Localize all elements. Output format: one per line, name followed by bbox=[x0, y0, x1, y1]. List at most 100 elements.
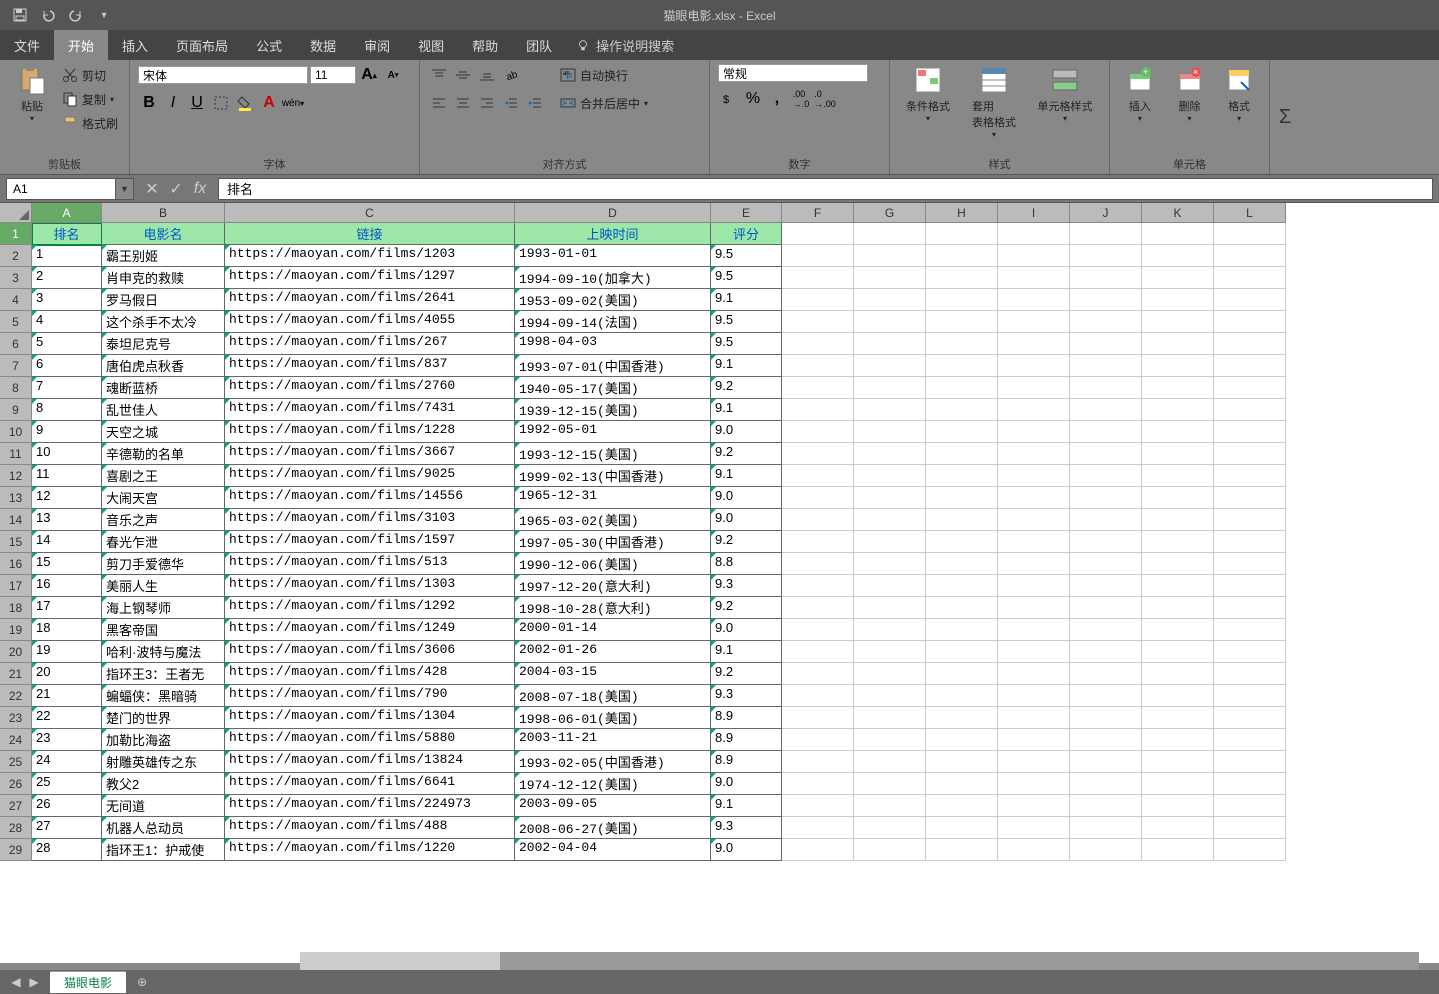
cell[interactable] bbox=[1142, 597, 1214, 619]
cell[interactable]: https://maoyan.com/films/1292 bbox=[225, 597, 515, 619]
row-header[interactable]: 1 bbox=[0, 223, 32, 245]
cell[interactable] bbox=[998, 377, 1070, 399]
cell[interactable] bbox=[926, 421, 998, 443]
horizontal-scrollbar[interactable] bbox=[300, 952, 1419, 970]
cell[interactable]: 1953-09-02(美国) bbox=[515, 289, 711, 311]
cell[interactable]: 1998-04-03 bbox=[515, 333, 711, 355]
cell[interactable]: 10 bbox=[32, 443, 102, 465]
cell[interactable] bbox=[998, 751, 1070, 773]
enter-formula-icon[interactable]: ✓ bbox=[166, 179, 186, 199]
cell[interactable] bbox=[782, 663, 854, 685]
cell[interactable] bbox=[926, 839, 998, 861]
cell[interactable] bbox=[854, 663, 926, 685]
cell[interactable] bbox=[1142, 839, 1214, 861]
cell[interactable] bbox=[1070, 575, 1142, 597]
cell[interactable] bbox=[854, 509, 926, 531]
cell[interactable] bbox=[1070, 531, 1142, 553]
cell[interactable] bbox=[1142, 641, 1214, 663]
font-color-button[interactable]: A bbox=[258, 92, 280, 114]
cell[interactable] bbox=[1142, 509, 1214, 531]
cell[interactable]: https://maoyan.com/films/9025 bbox=[225, 465, 515, 487]
cell[interactable] bbox=[1070, 487, 1142, 509]
cell[interactable] bbox=[926, 619, 998, 641]
cell[interactable]: 加勒比海盗 bbox=[102, 729, 225, 751]
cell[interactable]: 22 bbox=[32, 707, 102, 729]
cell[interactable] bbox=[854, 553, 926, 575]
cell[interactable] bbox=[998, 245, 1070, 267]
cell[interactable] bbox=[1070, 663, 1142, 685]
cell[interactable] bbox=[854, 289, 926, 311]
cell[interactable]: 1965-12-31 bbox=[515, 487, 711, 509]
cell[interactable]: 8.8 bbox=[711, 553, 782, 575]
row-header[interactable]: 16 bbox=[0, 553, 32, 575]
cell[interactable] bbox=[926, 795, 998, 817]
cell[interactable]: 2000-01-14 bbox=[515, 619, 711, 641]
cell[interactable]: https://maoyan.com/films/837 bbox=[225, 355, 515, 377]
cell[interactable] bbox=[854, 377, 926, 399]
cell[interactable]: 1994-09-10(加拿大) bbox=[515, 267, 711, 289]
decrease-font-icon[interactable]: A▾ bbox=[382, 64, 404, 86]
cell[interactable] bbox=[782, 245, 854, 267]
cell[interactable] bbox=[1142, 267, 1214, 289]
cell[interactable] bbox=[998, 795, 1070, 817]
row-header[interactable]: 7 bbox=[0, 355, 32, 377]
cell[interactable] bbox=[998, 619, 1070, 641]
align-middle-icon[interactable] bbox=[452, 64, 474, 86]
cell[interactable] bbox=[854, 487, 926, 509]
row-header[interactable]: 9 bbox=[0, 399, 32, 421]
ribbon-tab-1[interactable]: 开始 bbox=[54, 30, 108, 60]
cell[interactable] bbox=[1214, 575, 1286, 597]
cell[interactable] bbox=[1214, 597, 1286, 619]
cell[interactable] bbox=[1214, 443, 1286, 465]
decrease-decimal-icon[interactable]: .0→.00 bbox=[814, 88, 836, 110]
cell[interactable]: https://maoyan.com/films/1203 bbox=[225, 245, 515, 267]
row-header[interactable]: 6 bbox=[0, 333, 32, 355]
cell[interactable] bbox=[1214, 641, 1286, 663]
cell[interactable]: https://maoyan.com/films/3103 bbox=[225, 509, 515, 531]
cell[interactable]: 无间道 bbox=[102, 795, 225, 817]
cell[interactable] bbox=[1214, 465, 1286, 487]
row-header[interactable]: 10 bbox=[0, 421, 32, 443]
cell[interactable]: https://maoyan.com/films/5880 bbox=[225, 729, 515, 751]
row-header[interactable]: 4 bbox=[0, 289, 32, 311]
row-header[interactable]: 21 bbox=[0, 663, 32, 685]
ribbon-tab-9[interactable]: 团队 bbox=[512, 30, 566, 60]
row-header[interactable]: 23 bbox=[0, 707, 32, 729]
qat-customize-icon[interactable]: ▾ bbox=[92, 3, 116, 27]
cell[interactable] bbox=[1070, 377, 1142, 399]
cell[interactable] bbox=[926, 575, 998, 597]
cell[interactable] bbox=[998, 553, 1070, 575]
cell[interactable] bbox=[998, 707, 1070, 729]
cell[interactable]: 25 bbox=[32, 773, 102, 795]
cell[interactable] bbox=[782, 465, 854, 487]
row-header[interactable]: 8 bbox=[0, 377, 32, 399]
cell[interactable] bbox=[1070, 355, 1142, 377]
name-box[interactable]: A1 bbox=[6, 178, 116, 200]
row-header[interactable]: 29 bbox=[0, 839, 32, 861]
cell[interactable] bbox=[1142, 729, 1214, 751]
cell[interactable]: 26 bbox=[32, 795, 102, 817]
cell[interactable]: 1993-01-01 bbox=[515, 245, 711, 267]
column-header[interactable]: D bbox=[515, 203, 711, 223]
cell[interactable] bbox=[926, 553, 998, 575]
cell[interactable] bbox=[1070, 707, 1142, 729]
cell[interactable]: 蝙蝠侠：黑暗骑 bbox=[102, 685, 225, 707]
row-header[interactable]: 11 bbox=[0, 443, 32, 465]
cell[interactable] bbox=[782, 641, 854, 663]
cell[interactable]: 9.5 bbox=[711, 267, 782, 289]
cell[interactable]: 喜剧之王 bbox=[102, 465, 225, 487]
cell[interactable]: 9.2 bbox=[711, 663, 782, 685]
cell[interactable] bbox=[1070, 267, 1142, 289]
cell[interactable] bbox=[926, 289, 998, 311]
cell[interactable]: 1993-12-15(美国) bbox=[515, 443, 711, 465]
row-header[interactable]: 19 bbox=[0, 619, 32, 641]
cell[interactable] bbox=[998, 289, 1070, 311]
cell[interactable] bbox=[1142, 421, 1214, 443]
cell[interactable]: 1965-03-02(美国) bbox=[515, 509, 711, 531]
cell[interactable] bbox=[1142, 663, 1214, 685]
fx-icon[interactable]: fx bbox=[190, 179, 210, 199]
cell[interactable] bbox=[1070, 839, 1142, 861]
cell[interactable] bbox=[1142, 817, 1214, 839]
cell[interactable]: 1994-09-14(法国) bbox=[515, 311, 711, 333]
cell[interactable] bbox=[1070, 333, 1142, 355]
